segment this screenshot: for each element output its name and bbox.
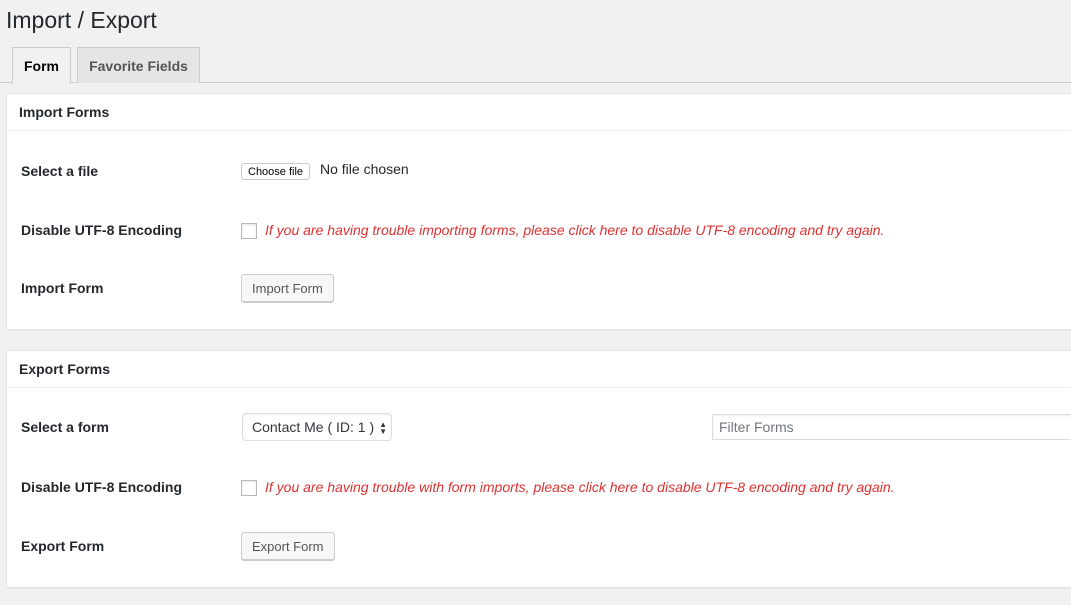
select-file-row: Select a file Choose file No file chosen <box>7 157 1071 187</box>
tab-favorite-fields[interactable]: Favorite Fields <box>77 47 200 83</box>
export-forms-header: Export Forms <box>7 351 1071 388</box>
choose-file-button[interactable]: Choose file <box>241 163 311 180</box>
filter-forms-input[interactable] <box>712 414 1071 440</box>
export-disable-utf8-hint: If you are having trouble with form impo… <box>265 479 895 495</box>
import-forms-header: Import Forms <box>7 94 1071 131</box>
export-disable-utf8-row: Disable UTF-8 Encoding If you are having… <box>7 473 1071 503</box>
export-form-button[interactable]: Export Form <box>241 532 335 560</box>
tab-form[interactable]: Form <box>12 47 71 84</box>
export-disable-utf8-label: Disable UTF-8 Encoding <box>21 479 183 495</box>
import-disable-utf8-hint: If you are having trouble importing form… <box>265 222 885 238</box>
form-select-value: Contact Me ( ID: 1 ) <box>252 419 375 435</box>
import-disable-utf8-row: Disable UTF-8 Encoding If you are having… <box>7 216 1071 246</box>
export-forms-panel: Export Forms Select a form Contact Me ( … <box>6 350 1071 588</box>
select-file-label: Select a file <box>21 163 99 179</box>
import-disable-utf8-label: Disable UTF-8 Encoding <box>21 222 183 238</box>
import-form-button[interactable]: Import Form <box>241 274 334 302</box>
file-status-text: No file chosen <box>320 161 409 177</box>
import-disable-utf8-checkbox[interactable] <box>241 223 257 239</box>
import-forms-panel: Import Forms Select a file Choose file N… <box>6 93 1071 330</box>
import-form-label: Import Form <box>21 280 104 296</box>
select-arrows-icon: ▲ ▼ <box>379 420 387 436</box>
export-form-label: Export Form <box>21 538 105 554</box>
tab-bar: Form Favorite Fields <box>0 47 1071 84</box>
form-select[interactable]: Contact Me ( ID: 1 ) ▲ ▼ <box>242 413 392 441</box>
export-form-row: Export Form Export Form <box>7 532 1071 562</box>
import-form-row: Import Form Import Form <box>7 274 1071 304</box>
export-disable-utf8-checkbox[interactable] <box>241 480 257 496</box>
select-form-label: Select a form <box>21 419 109 435</box>
page-title: Import / Export <box>6 7 157 33</box>
select-form-row: Select a form Contact Me ( ID: 1 ) ▲ ▼ <box>7 413 1071 443</box>
